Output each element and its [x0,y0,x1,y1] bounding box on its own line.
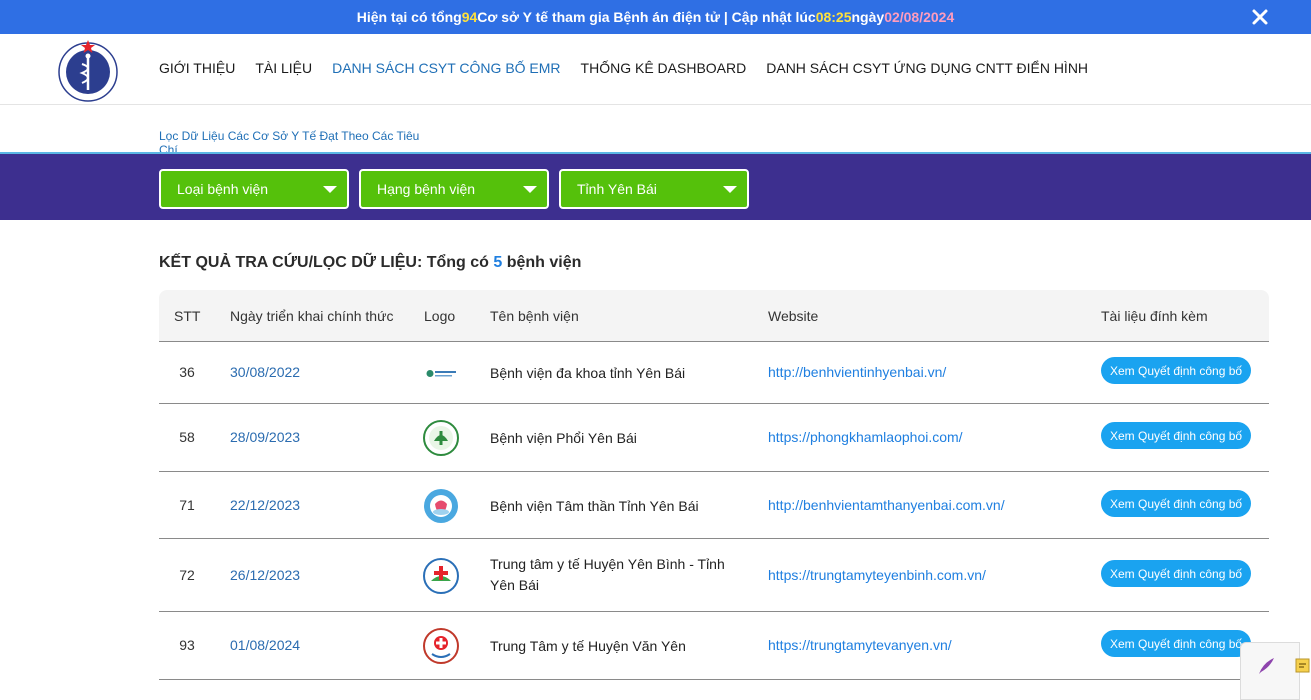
nav-tai-lieu[interactable]: TÀI LIỆU [255,60,312,76]
header-name: Tên bệnh viện [490,308,579,324]
row-name: Trung tâm y tế Huyện Yên Bình - Tỉnh Yên… [490,556,725,593]
note-icon[interactable] [1294,655,1311,675]
province-value: Tỉnh Yên Bái [577,181,657,197]
banner-total: 94 [461,9,478,25]
view-decision-button[interactable]: Xem Quyết định công bố [1101,630,1252,657]
chevron-down-icon [523,186,537,193]
filter-bar: Loại bệnh viện Hạng bệnh viện Tỉnh Yên B… [0,152,1311,220]
table-row: 58 28/09/2023 Bệnh viện Phổi Yên Bái htt… [159,404,1269,472]
row-website-link[interactable]: https://phongkhamlaophoi.com/ [768,429,963,445]
row-date: 26/12/2023 [230,567,301,583]
ministry-of-health-logo[interactable] [55,38,121,102]
lung-hospital-logo-icon [423,420,459,456]
view-decision-button[interactable]: Xem Quyết định công bố [1101,422,1252,449]
row-website-link[interactable]: https://trungtamytevanyen.vn/ [768,637,952,653]
row-stt: 72 [179,567,195,583]
hospital-type-select[interactable]: Loại bệnh viện [159,169,349,209]
result-title: KẾT QUẢ TRA CỨU/LỌC DỮ LIỆU: Tổng có 5 b… [159,254,581,272]
row-date: 30/08/2022 [230,364,301,380]
header-website: Website [768,308,819,324]
site-header: GIỚI THIỆU TÀI LIỆU DANH SÁCH CSYT CÔNG … [0,34,1311,105]
van-yen-health-logo-icon [423,628,459,664]
table-row: 93 01/08/2024 Trung Tâm y tế Huyện Văn Y… [159,612,1269,680]
result-suffix: bệnh viện [502,254,582,271]
mental-hospital-logo-icon [424,489,458,523]
result-prefix: KẾT QUẢ TRA CỨU/LỌC DỮ LIỆU: Tổng có [159,254,494,271]
province-select[interactable]: Tỉnh Yên Bái [559,169,749,209]
row-name: Trung Tâm y tế Huyện Văn Yên [490,638,686,654]
yen-binh-health-logo-icon [423,558,459,594]
nav-danh-sach-emr[interactable]: DANH SÁCH CSYT CÔNG BỐ EMR [332,60,560,76]
hospital-banner-logo-icon [424,369,458,378]
quill-icon [1259,658,1274,674]
hospital-table: STT Ngày triển khai chính thức Logo Tên … [159,290,1269,680]
row-name: Bệnh viện đa khoa tỉnh Yên Bái [490,365,686,381]
row-stt: 58 [179,429,195,445]
chevron-down-icon [323,186,337,193]
row-stt: 36 [179,364,195,380]
result-count: 5 [493,254,503,271]
chevron-down-icon [723,186,737,193]
header-logo: Logo [424,308,456,324]
nav-thong-ke-dashboard[interactable]: THỐNG KÊ DASHBOARD [581,60,747,76]
close-icon[interactable] [1251,8,1269,26]
row-date: 01/08/2024 [230,637,301,653]
hospital-rank-select[interactable]: Hạng bệnh viện [359,169,549,209]
row-website-link[interactable]: http://benhvientamthanyenbai.com.vn/ [768,497,1005,513]
floating-tool-widget[interactable] [1240,642,1300,700]
table-row: 72 26/12/2023 Trung tâm y tế Huyện Yên B… [159,539,1269,612]
row-website-link[interactable]: https://trungtamyteyenbinh.com.vn/ [768,567,986,583]
banner-time: 08:25 [815,9,852,25]
row-date: 28/09/2023 [230,429,301,445]
header-date: Ngày triển khai chính thức [230,308,394,324]
view-decision-button[interactable]: Xem Quyết định công bố [1101,490,1252,517]
row-website-link[interactable]: http://benhvientinhyenbai.vn/ [768,364,946,380]
nav-gioi-thieu[interactable]: GIỚI THIỆU [159,60,235,76]
banner-date: 02/08/2024 [884,9,955,25]
banner-date-prefix: ngày [851,9,885,25]
table-row: 71 22/12/2023 Bệnh viện Tâm thần Tỉnh Yê… [159,472,1269,539]
hospital-type-value: Loại bệnh viện [177,181,269,197]
header-attachment: Tài liệu đính kèm [1101,308,1208,324]
main-nav: GIỚI THIỆU TÀI LIỆU DANH SÁCH CSYT CÔNG … [159,60,1088,76]
table-row: 36 30/08/2022 Bệnh viện đa khoa tỉnh Yên… [159,342,1269,404]
top-banner: Hiện tại có tổng 94 Cơ sở Y tế tham gia … [0,0,1311,34]
row-name: Bệnh viện Tâm thần Tỉnh Yên Bái [490,498,699,514]
banner-prefix: Hiện tại có tổng [356,9,462,25]
row-stt: 71 [179,497,195,513]
row-name: Bệnh viện Phổi Yên Bái [490,430,637,446]
hospital-rank-value: Hạng bệnh viện [377,181,476,197]
table-header: STT Ngày triển khai chính thức Logo Tên … [159,290,1269,342]
view-decision-button[interactable]: Xem Quyết định công bố [1101,357,1252,384]
banner-middle: Cơ sở Y tế tham gia Bệnh án điện tử | Cậ… [477,9,816,25]
row-date: 22/12/2023 [230,497,301,513]
view-decision-button[interactable]: Xem Quyết định công bố [1101,560,1252,587]
header-stt: STT [174,308,201,324]
row-stt: 93 [179,637,195,653]
nav-danh-sach-cntt[interactable]: DANH SÁCH CSYT ỨNG DỤNG CNTT ĐIỂN HÌNH [766,60,1088,76]
